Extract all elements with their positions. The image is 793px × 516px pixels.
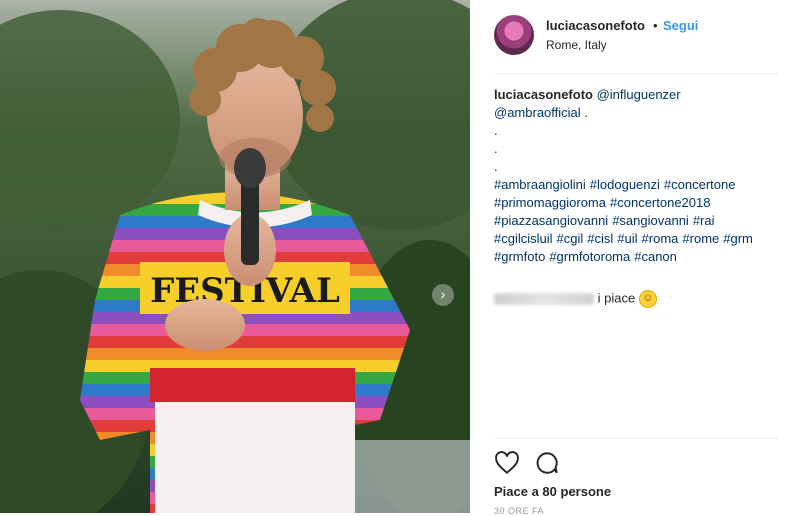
heart-icon[interactable] [494,450,520,476]
hashtag-link[interactable]: #rome [682,231,719,246]
post-photo[interactable]: FESTIVAL › [0,0,470,513]
smile-emoji-icon: ☺ [638,290,657,308]
hashtag-link[interactable]: #grmfoto [494,249,545,264]
post-sidebar: luciacasonefoto • Segui Rome, Italy luci… [470,0,793,516]
comment-icon[interactable] [534,450,560,476]
hashtag-link[interactable]: #concertone [664,177,736,192]
post-header: luciacasonefoto • Segui Rome, Italy [494,14,779,60]
caption-dot: . [494,159,498,174]
hashtag-link[interactable]: #cgil [557,231,584,246]
hashtag-link[interactable]: #primomaggioroma [494,195,606,210]
caption-username[interactable]: luciacasonefoto [494,87,593,102]
header-separator: • [653,18,658,33]
hashtag-link[interactable]: #cisl [587,231,613,246]
post-location[interactable]: Rome, Italy [546,38,607,52]
divider [494,73,779,74]
hashtag-list: #ambraangiolini #lodoguenzi #concertone #p… [494,176,764,266]
hashtag-link[interactable]: #uil [617,231,637,246]
like-count[interactable]: Piace a 80 persone [494,484,611,499]
post-username[interactable]: luciacasonefoto [546,18,645,33]
hashtag-link[interactable]: #roma [642,231,679,246]
caption-text: . [584,105,588,120]
hashtag-link[interactable]: #ambraangiolini [494,177,586,192]
hashtag-link[interactable]: #grm [723,231,753,246]
avatar[interactable] [494,15,534,55]
hashtag-link[interactable]: #lodoguenzi [590,177,660,192]
comment-likes: i piace ☺ [494,290,657,308]
hashtag-link[interactable]: #cgilcisluil [494,231,553,246]
mention-link[interactable]: @influguenzer [597,87,681,102]
hashtag-link[interactable]: #grmfotoroma [549,249,630,264]
likes-suffix: i piace [597,290,636,306]
post-image: FESTIVAL [0,0,470,513]
hashtag-link[interactable]: #concertone2018 [610,195,710,210]
hashtag-link[interactable]: #rai [693,213,715,228]
post-caption: luciacasonefoto @influguenzer @ambraoffi… [494,86,764,266]
hashtag-link[interactable]: #canon [634,249,677,264]
mention-link[interactable]: @ambraofficial [494,105,581,120]
hashtag-link[interactable]: #sangiovanni [612,213,689,228]
next-photo-arrow[interactable]: › [432,284,454,306]
blurred-username [494,293,594,305]
hashtag-link[interactable]: #piazzasangiovanni [494,213,608,228]
post-date[interactable]: 30 ORE FA [494,506,544,516]
caption-dot: . [494,123,498,138]
follow-button[interactable]: Segui [663,18,698,33]
caption-dot: . [494,141,498,156]
divider [494,438,779,439]
